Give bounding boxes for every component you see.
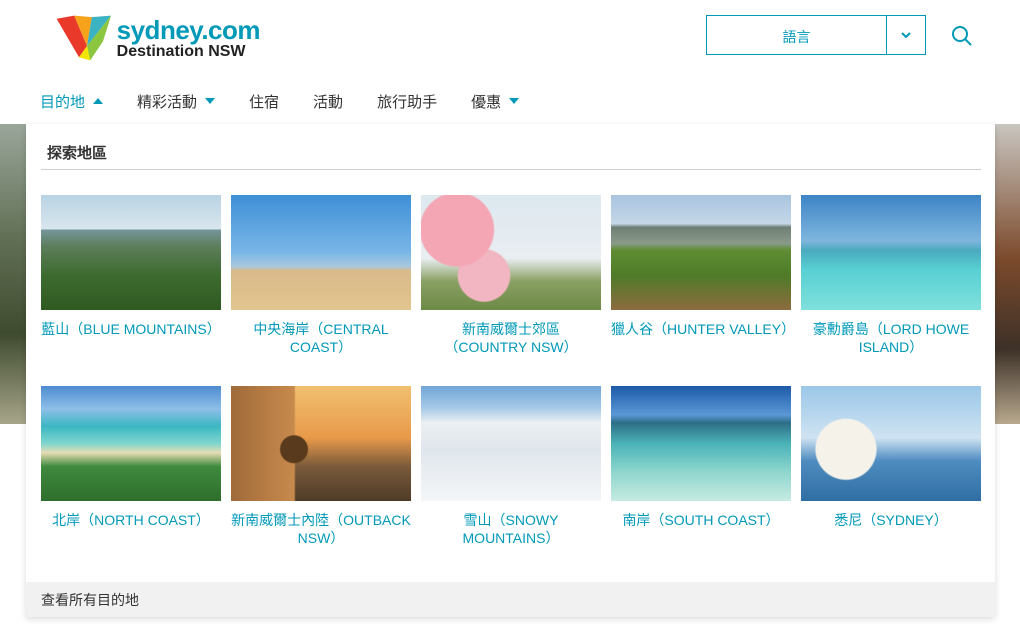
region-label: 悉尼（SYDNEY） <box>834 512 948 528</box>
caret-down-icon <box>205 98 216 104</box>
north-coast-photo <box>41 386 221 501</box>
nav-item-deals[interactable]: 優惠 <box>471 91 520 112</box>
region-label: 藍山（BLUE MOUNTAINS） <box>41 321 221 337</box>
nav-item-label: 活動 <box>313 93 344 111</box>
language-select[interactable]: 語言 <box>706 15 926 55</box>
logo-mark-icon <box>56 15 112 61</box>
language-select-toggle[interactable] <box>886 16 925 54</box>
country-nsw-photo <box>421 195 601 310</box>
nav-item-events[interactable]: 活動 <box>313 91 343 112</box>
sydney-com-logo[interactable]: sydney.com Destination NSW <box>55 8 261 68</box>
region-card-lord-howe-island[interactable]: 豪勳爵島（LORD HOWE ISLAND） <box>801 195 981 356</box>
region-card-country-nsw[interactable]: 新南威爾士郊區（COUNTRY NSW） <box>421 195 601 356</box>
region-card-outback-nsw[interactable]: 新南威爾士內陸（OUTBACK NSW） <box>231 386 411 547</box>
logo-line-1: sydney.com <box>116 14 261 45</box>
nav-item-label: 旅行助手 <box>377 93 438 111</box>
region-label: 雪山（SNOWY MOUNTAINS） <box>462 512 560 546</box>
nav-item-label: 優惠 <box>471 93 502 111</box>
panel-title: 探索地區 <box>47 145 108 162</box>
region-label: 中央海岸（CENTRAL COAST） <box>253 321 389 355</box>
divider <box>41 169 981 170</box>
region-label: 新南威爾士內陸（OUTBACK NSW） <box>231 512 411 546</box>
snowy-mountains-photo <box>421 386 601 501</box>
region-label: 豪勳爵島（LORD HOWE ISLAND） <box>812 321 970 355</box>
sydney-photo <box>801 386 981 501</box>
region-card-blue-mountains[interactable]: 藍山（BLUE MOUNTAINS） <box>41 195 221 338</box>
region-card-sydney[interactable]: 悉尼（SYDNEY） <box>801 386 981 529</box>
background-hero-right <box>995 124 1020 424</box>
view-all-destinations-link[interactable]: 查看所有目的地 <box>26 582 995 617</box>
blue-mountains-photo <box>41 195 221 310</box>
region-card-hunter-valley[interactable]: 獵人谷（HUNTER VALLEY） <box>611 195 796 338</box>
region-card-south-coast[interactable]: 南岸（SOUTH COAST） <box>611 386 791 529</box>
caret-up-icon <box>93 98 104 104</box>
region-card-north-coast[interactable]: 北岸（NORTH COAST） <box>41 386 221 529</box>
region-label: 南岸（SOUTH COAST） <box>622 512 780 528</box>
region-card-snowy-mountains[interactable]: 雪山（SNOWY MOUNTAINS） <box>421 386 601 547</box>
region-label: 新南威爾士郊區（COUNTRY NSW） <box>444 321 578 355</box>
main-nav: 目的地 精彩活動 住宿 活動 旅行助手 優惠 <box>40 86 553 116</box>
language-select-value: 語言 <box>782 29 811 45</box>
nav-item-destinations[interactable]: 目的地 <box>40 91 104 112</box>
nav-item-label: 精彩活動 <box>137 93 198 111</box>
destinations-dropdown: 探索地區 藍山（BLUE MOUNTAINS） 中央海岸（CENTRAL COA… <box>26 124 995 617</box>
search-icon <box>952 26 972 46</box>
site-header: sydney.com Destination NSW 語言 目的地 精彩活動 住… <box>0 0 1020 124</box>
caret-down-icon <box>509 98 520 104</box>
central-coast-photo <box>231 195 411 310</box>
nav-item-accommodation[interactable]: 住宿 <box>249 91 279 112</box>
region-card-central-coast[interactable]: 中央海岸（CENTRAL COAST） <box>231 195 411 356</box>
hunter-valley-photo <box>611 195 791 310</box>
background-hero-left <box>0 124 26 424</box>
lord-howe-island-photo <box>801 195 981 310</box>
south-coast-photo <box>611 386 791 501</box>
chevron-down-icon <box>901 32 911 39</box>
nav-item-highlights[interactable]: 精彩活動 <box>137 91 216 112</box>
nav-item-label: 目的地 <box>40 93 86 111</box>
nav-item-label: 住宿 <box>249 93 280 111</box>
region-label: 北岸（NORTH COAST） <box>52 512 210 528</box>
region-label: 獵人谷（HUNTER VALLEY） <box>611 321 796 337</box>
nav-item-travel-assistant[interactable]: 旅行助手 <box>377 91 437 112</box>
search-button[interactable] <box>948 22 976 50</box>
outback-nsw-photo <box>231 386 411 501</box>
logo-line-2: Destination NSW <box>116 42 246 60</box>
